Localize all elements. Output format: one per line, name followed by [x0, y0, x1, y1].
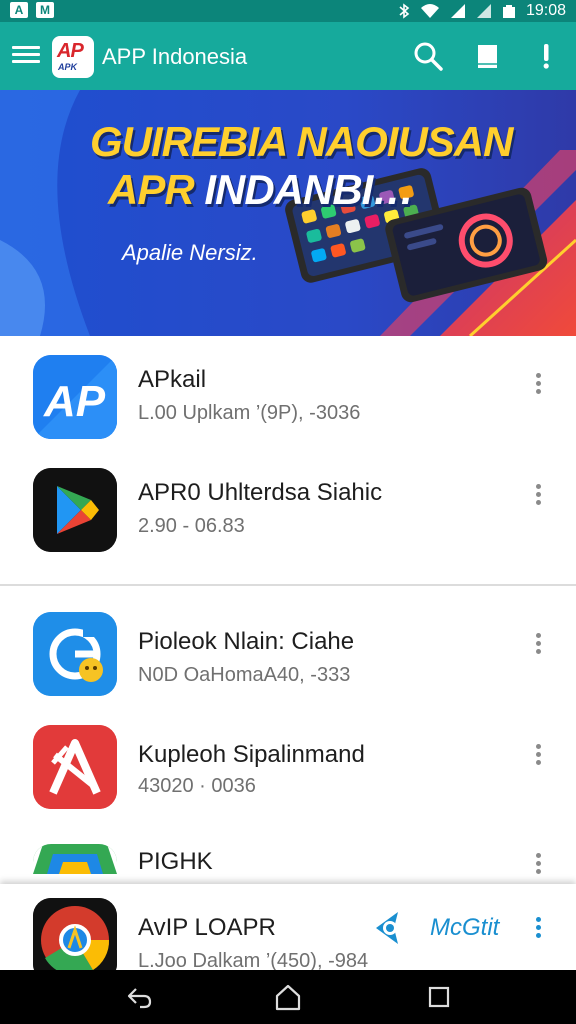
logo-text: AP	[57, 40, 84, 62]
bluetooth-icon	[399, 3, 410, 19]
back-icon[interactable]	[124, 982, 154, 1012]
notification-a-icon: A	[10, 2, 28, 18]
banner-headline-2: APR INDANBI…	[108, 166, 414, 213]
wifi-icon	[420, 4, 439, 18]
app-bar: AP APK APP Indonesia	[0, 22, 576, 90]
alert-icon[interactable]	[530, 40, 562, 72]
more-options-icon[interactable]	[528, 850, 548, 880]
app-list-item[interactable]: Kupleoh Sipalinmand 43020 · 0036	[0, 711, 576, 824]
more-options-icon[interactable]	[528, 370, 548, 400]
app-list-item[interactable]: Pioleok Nlain: Ciahe N0D OaHomaA40, -333	[0, 598, 576, 711]
app-logo: AP APK	[52, 36, 94, 78]
banner-headline-1: GUIREBIA NAOIUSAN	[90, 118, 513, 165]
strip-action-button[interactable]: McGtit	[430, 914, 499, 942]
section-divider	[0, 584, 576, 586]
book-icon[interactable]	[472, 40, 504, 72]
a-letter-icon	[33, 725, 117, 809]
notification-icons: A M	[10, 2, 54, 18]
app-title: APP Indonesia	[102, 44, 248, 69]
more-options-icon[interactable]	[528, 481, 548, 511]
recent-apps-icon[interactable]	[424, 982, 454, 1012]
battery-icon	[502, 5, 515, 18]
notification-gmail-icon: M	[36, 2, 54, 18]
app-list-item[interactable]: AP APkail L.00 Uplkam ’(9P), -3036	[0, 340, 576, 453]
app-list-item[interactable]: PIGHK	[0, 824, 576, 884]
menu-icon[interactable]	[12, 42, 40, 70]
app-meta: 43020 · 0036	[138, 775, 256, 797]
ap-icon: AP	[33, 355, 117, 439]
system-icons: 19:08	[398, 2, 566, 20]
more-options-icon[interactable]	[528, 630, 548, 660]
g-emoji-icon	[33, 612, 117, 696]
clock: 19:08	[525, 2, 566, 19]
svg-text:AP: AP	[43, 377, 106, 426]
signal-2-icon	[476, 4, 491, 18]
promo-banner[interactable]: GUIREBIA NAOIUSAN APR INDANBI… Apalie Ne…	[0, 90, 576, 336]
app-name: PIGHK	[138, 848, 213, 875]
logo-subtext: APK	[58, 62, 78, 72]
featured-app-strip[interactable]: AvIP LOAPR L.Joo Dalkam ’(450), -984 McG…	[0, 884, 576, 982]
play-store-icon	[33, 468, 117, 552]
banner-subtitle: Apalie Nersiz.	[122, 240, 258, 265]
home-icon[interactable]	[273, 982, 303, 1012]
search-icon[interactable]	[412, 40, 444, 72]
app-meta: L.00 Uplkam ’(9P), -3036	[138, 402, 361, 424]
app-name: Kupleoh Sipalinmand	[138, 741, 365, 768]
more-options-icon[interactable]	[528, 741, 548, 771]
status-bar: A M 19:08	[0, 0, 576, 22]
app-meta: N0D OaHomaA40, -333	[138, 664, 351, 686]
app-name: APkail	[138, 366, 207, 393]
signal-icon	[450, 4, 465, 18]
app-name: APR0 Uhlterdsa Siahic	[138, 479, 383, 506]
more-options-icon[interactable]	[528, 914, 548, 944]
drive-icon	[33, 844, 117, 884]
app-name: AvIP LOAPR	[138, 914, 276, 941]
share-icon[interactable]	[370, 908, 410, 948]
app-list-item[interactable]: APR0 Uhlterdsa Siahic 2.90 - 06.83	[0, 453, 576, 566]
system-nav-bar	[0, 970, 576, 1024]
app-meta: 2.90 - 06.83	[138, 515, 245, 537]
app-name: Pioleok Nlain: Ciahe	[138, 628, 355, 655]
